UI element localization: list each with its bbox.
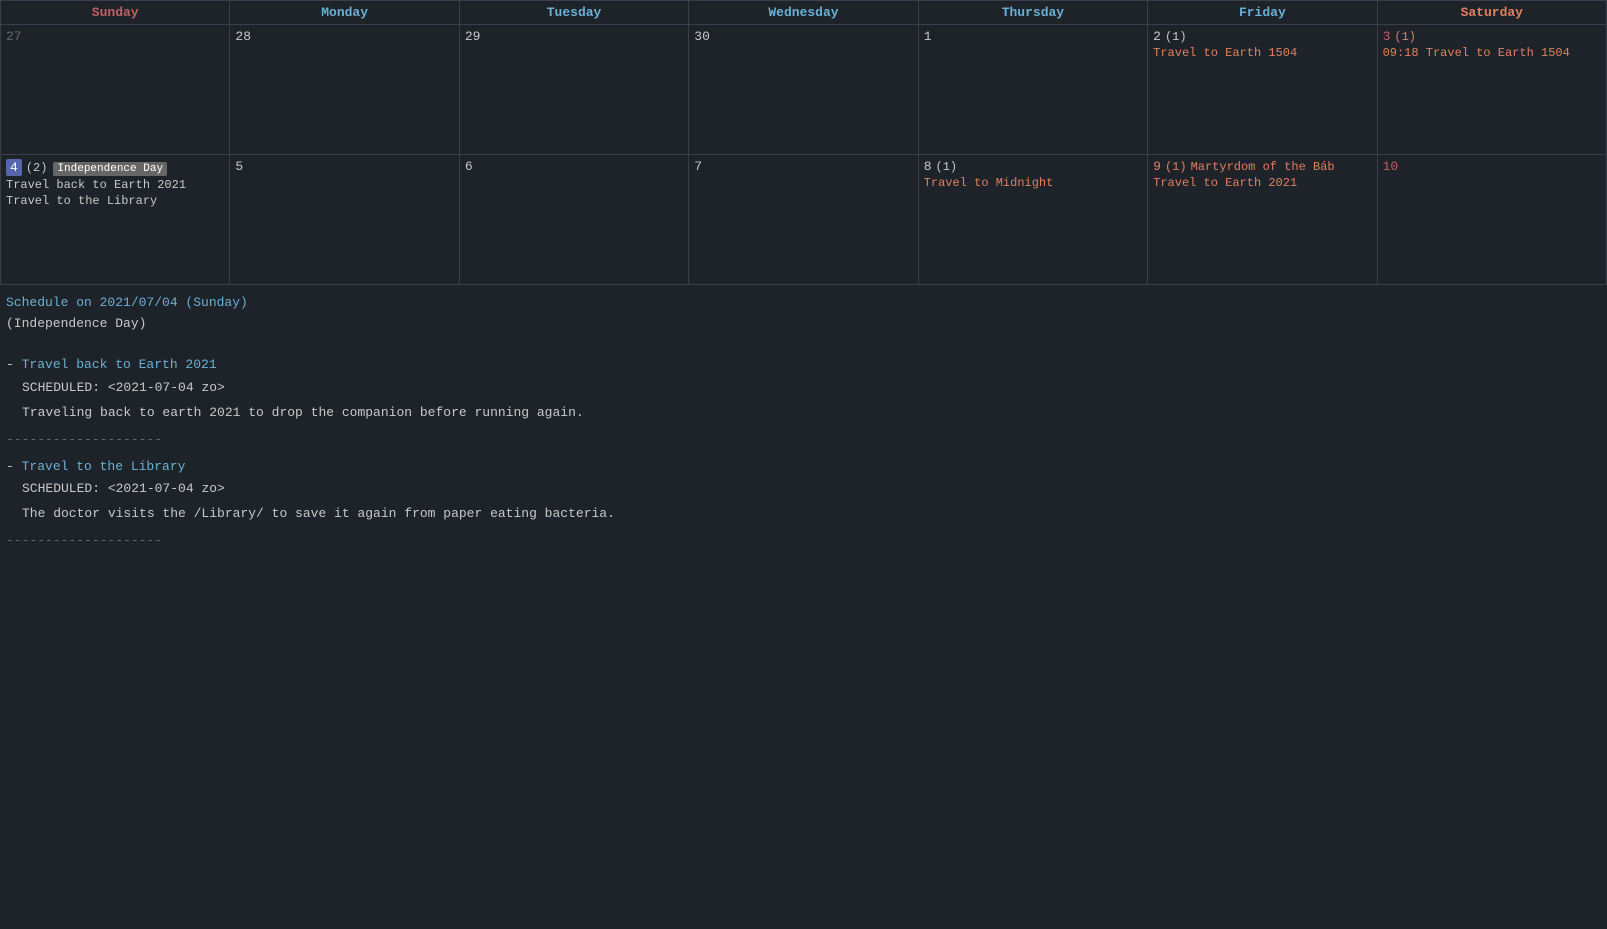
day-4[interactable]: 4 (2) Independence Day Travel back to Ea… <box>1 155 230 285</box>
day-8[interactable]: 8 (1) Travel to Midnight <box>919 155 1148 285</box>
header-saturday: Saturday <box>1378 1 1607 25</box>
calendar-container: Sunday Monday Tuesday Wednesday Thursday… <box>0 0 1607 285</box>
schedule-item-1: - Travel back to Earth 2021 SCHEDULED: <… <box>6 355 1601 423</box>
description-1: Traveling back to earth 2021 to drop the… <box>6 403 1601 424</box>
description-2: The doctor visits the /Library/ to save … <box>6 504 1601 525</box>
day-10[interactable]: 10 <box>1378 155 1607 285</box>
schedule-panel: Schedule on 2021/07/04 (Sunday) (Indepen… <box>0 285 1607 566</box>
day-1[interactable]: 1 <box>919 25 1148 155</box>
header-wednesday: Wednesday <box>689 1 918 25</box>
divider-1: -------------------- <box>6 430 1601 451</box>
schedule-title: Schedule on 2021/07/04 (Sunday) <box>6 293 1601 314</box>
scheduled-1: SCHEDULED: <2021-07-04 zo> <box>6 378 1601 399</box>
day-9[interactable]: 9 (1) Martyrdom of the Báb Travel to Ear… <box>1148 155 1377 285</box>
day-28[interactable]: 28 <box>230 25 459 155</box>
divider-2: -------------------- <box>6 531 1601 552</box>
day-5[interactable]: 5 <box>230 155 459 285</box>
day-29[interactable]: 29 <box>460 25 689 155</box>
day-7[interactable]: 7 <box>689 155 918 285</box>
header-monday: Monday <box>230 1 459 25</box>
schedule-subtitle: (Independence Day) <box>6 314 1601 335</box>
header-tuesday: Tuesday <box>460 1 689 25</box>
day-30[interactable]: 30 <box>689 25 918 155</box>
schedule-item-2: - Travel to the Library SCHEDULED: <2021… <box>6 457 1601 525</box>
day-3[interactable]: 3 (1) 09:18 Travel to Earth 1504 <box>1378 25 1607 155</box>
header-thursday: Thursday <box>919 1 1148 25</box>
header-sunday: Sunday <box>1 1 230 25</box>
calendar-grid: Sunday Monday Tuesday Wednesday Thursday… <box>0 0 1607 285</box>
day-2[interactable]: 2 (1) Travel to Earth 1504 <box>1148 25 1377 155</box>
day-27[interactable]: 27 <box>1 25 230 155</box>
scheduled-2: SCHEDULED: <2021-07-04 zo> <box>6 479 1601 500</box>
day-6[interactable]: 6 <box>460 155 689 285</box>
header-friday: Friday <box>1148 1 1377 25</box>
